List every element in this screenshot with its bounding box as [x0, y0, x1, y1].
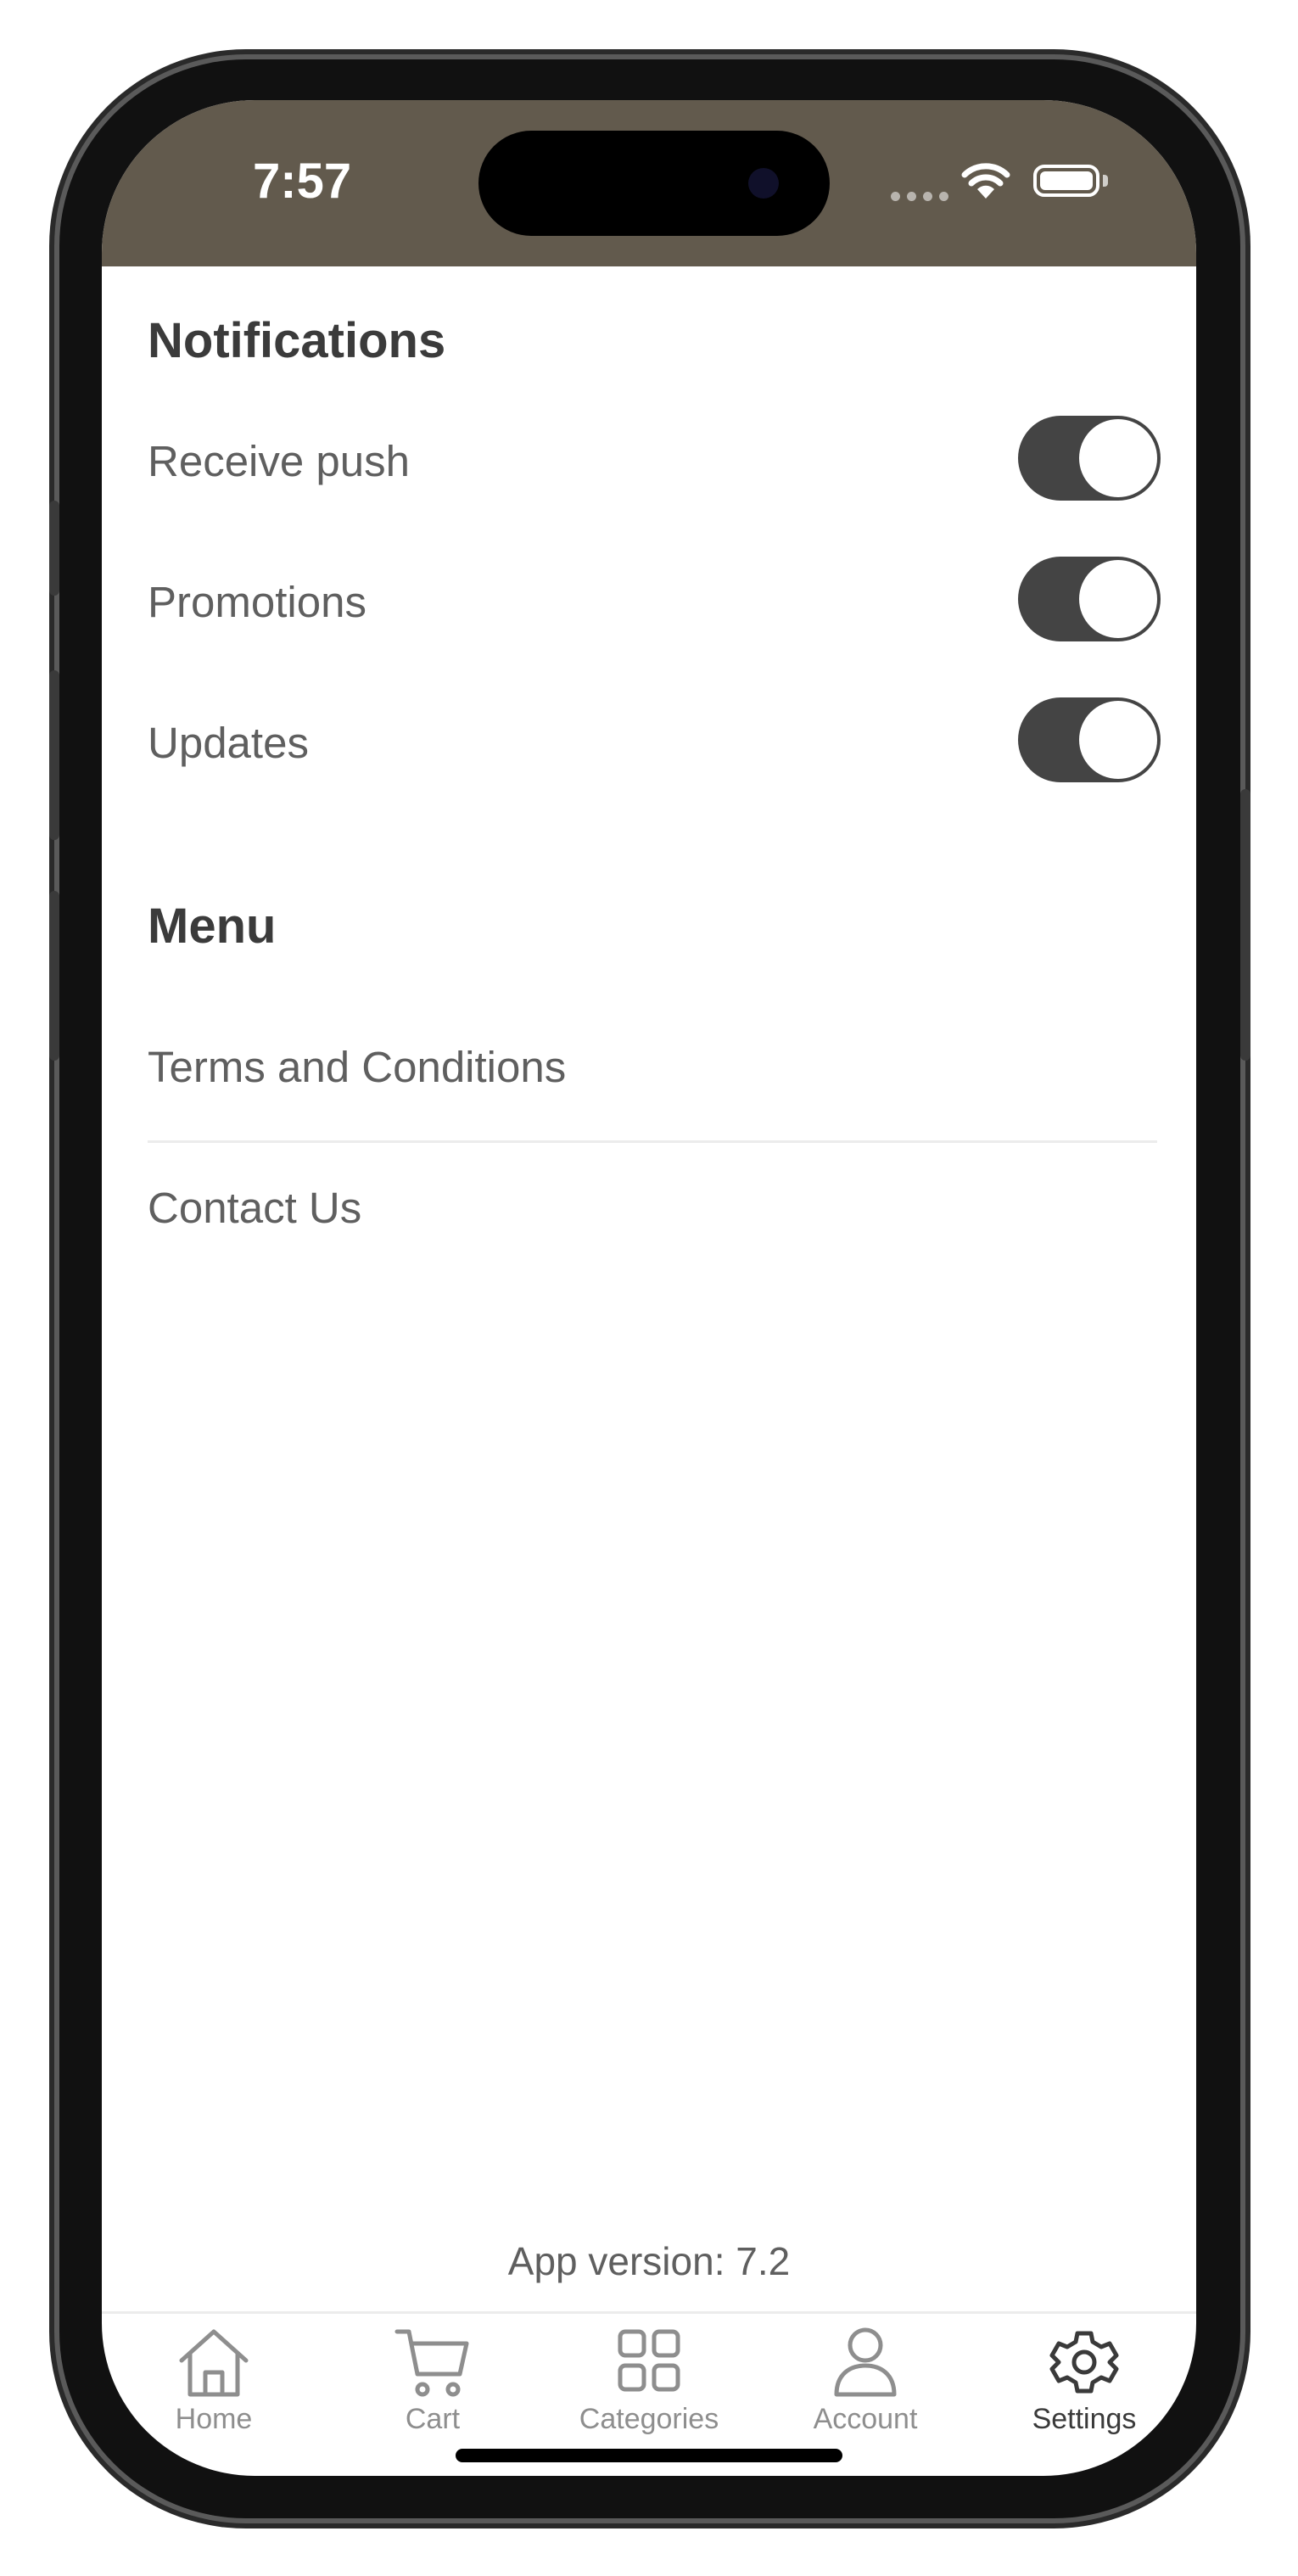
promotions-toggle[interactable]: [1018, 557, 1161, 641]
dynamic-island: [478, 131, 830, 236]
receive-push-label: Receive push: [148, 437, 411, 485]
tab-account[interactable]: Account: [764, 2323, 967, 2459]
tab-cart[interactable]: Cart: [331, 2323, 534, 2459]
action-button: [49, 501, 59, 596]
battery-tip: [1103, 175, 1108, 187]
tab-home[interactable]: Home: [112, 2323, 316, 2459]
tabbar-divider: [102, 2311, 1196, 2314]
tab-settings[interactable]: Settings: [982, 2323, 1186, 2459]
power-button: [1240, 789, 1250, 1061]
updates-toggle[interactable]: [1018, 697, 1161, 782]
tab-categories-label: Categories: [579, 2403, 719, 2435]
gear-icon: [1049, 2331, 1119, 2394]
battery-icon: [1033, 165, 1099, 197]
person-icon: [834, 2327, 897, 2397]
tab-home-label: Home: [175, 2403, 253, 2435]
receive-push-toggle[interactable]: [1018, 416, 1161, 501]
status-time: 7:57: [253, 154, 352, 209]
cellular-signal-icon: [891, 192, 948, 201]
home-indicator[interactable]: [456, 2449, 842, 2462]
menu-item-terms[interactable]: Terms and Conditions: [148, 1042, 566, 1092]
updates-label: Updates: [148, 719, 309, 767]
menu-item-contact[interactable]: Contact Us: [148, 1183, 361, 1233]
screen: 7:57 Notifications Receive push Promotio…: [102, 100, 1196, 2476]
menu-divider: [148, 1140, 1157, 1143]
tab-categories[interactable]: Categories: [547, 2323, 751, 2459]
volume-up-button: [49, 670, 59, 840]
volume-down-button: [49, 891, 59, 1061]
menu-title: Menu: [148, 899, 277, 954]
toggle-knob: [1079, 560, 1157, 638]
cart-icon: [394, 2329, 469, 2397]
toggle-knob: [1079, 419, 1157, 497]
home-icon: [179, 2329, 249, 2397]
tab-cart-label: Cart: [405, 2403, 461, 2435]
grid-icon: [618, 2329, 680, 2392]
status-bar: 7:57: [102, 100, 1196, 266]
notifications-title: Notifications: [148, 313, 446, 368]
tab-account-label: Account: [813, 2403, 918, 2435]
app-version: App version: 7.2: [507, 2239, 791, 2283]
promotions-label: Promotions: [148, 578, 366, 626]
tab-settings-label: Settings: [1032, 2403, 1137, 2435]
wifi-icon: [961, 163, 1010, 199]
camera-icon: [748, 168, 779, 199]
toggle-knob: [1079, 701, 1157, 779]
